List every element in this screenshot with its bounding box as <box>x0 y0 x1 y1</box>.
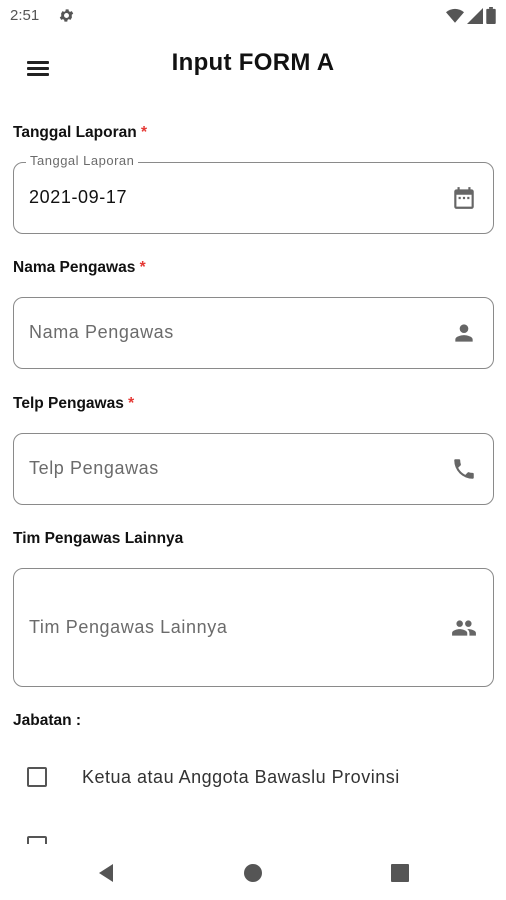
status-icons <box>446 7 496 24</box>
list-item-partial <box>0 830 506 844</box>
tanggal-laporan-floating-label: Tanggal Laporan <box>26 153 139 168</box>
app-bar: Input FORM A <box>0 32 506 102</box>
nama-pengawas-label: Nama Pengawas * <box>13 259 146 276</box>
nama-pengawas-placeholder: Nama Pengawas <box>29 322 174 342</box>
battery-icon <box>486 7 496 24</box>
required-mark: * <box>139 259 146 276</box>
telp-pengawas-field[interactable]: Telp Pengawas <box>13 433 494 505</box>
recents-icon[interactable] <box>388 861 412 885</box>
telp-pengawas-label: Telp Pengawas * <box>13 395 135 412</box>
telp-pengawas-placeholder: Telp Pengawas <box>29 458 159 478</box>
person-icon <box>455 324 473 342</box>
gear-icon <box>59 9 74 22</box>
calendar-icon[interactable] <box>451 185 477 211</box>
phone-icon <box>454 459 474 479</box>
back-icon[interactable] <box>94 861 118 885</box>
tim-pengawas-lainnya-label: Tim Pengawas Lainnya <box>13 530 184 547</box>
nav-bar <box>0 844 506 900</box>
tanggal-laporan-label: Tanggal Laporan * <box>13 124 148 141</box>
tim-pengawas-lainnya-field[interactable]: Tim Pengawas Lainnya <box>13 568 494 687</box>
page-title: Input FORM A <box>171 49 335 76</box>
wifi-icon <box>446 8 464 23</box>
tanggal-laporan-value: 2021-09-17 <box>29 187 128 207</box>
group-icon <box>452 620 476 636</box>
signal-icon <box>467 7 483 24</box>
jabatan-checkbox-ketua-bawaslu-provinsi[interactable] <box>27 767 47 787</box>
required-mark: * <box>141 124 148 141</box>
checkbox-partial[interactable] <box>27 836 47 844</box>
status-bar: 2:51 <box>0 0 506 32</box>
required-mark: * <box>128 395 135 412</box>
nama-pengawas-field[interactable]: Nama Pengawas <box>13 297 494 369</box>
jabatan-label: Jabatan : <box>13 712 82 729</box>
tim-pengawas-lainnya-placeholder: Tim Pengawas Lainnya <box>29 617 228 637</box>
jabatan-option-label[interactable]: Ketua atau Anggota Bawaslu Provinsi <box>82 767 400 788</box>
home-icon[interactable] <box>241 861 265 885</box>
tanggal-laporan-field[interactable]: Tanggal Laporan 2021-09-17 <box>13 153 494 234</box>
status-time: 2:51 <box>10 7 40 24</box>
